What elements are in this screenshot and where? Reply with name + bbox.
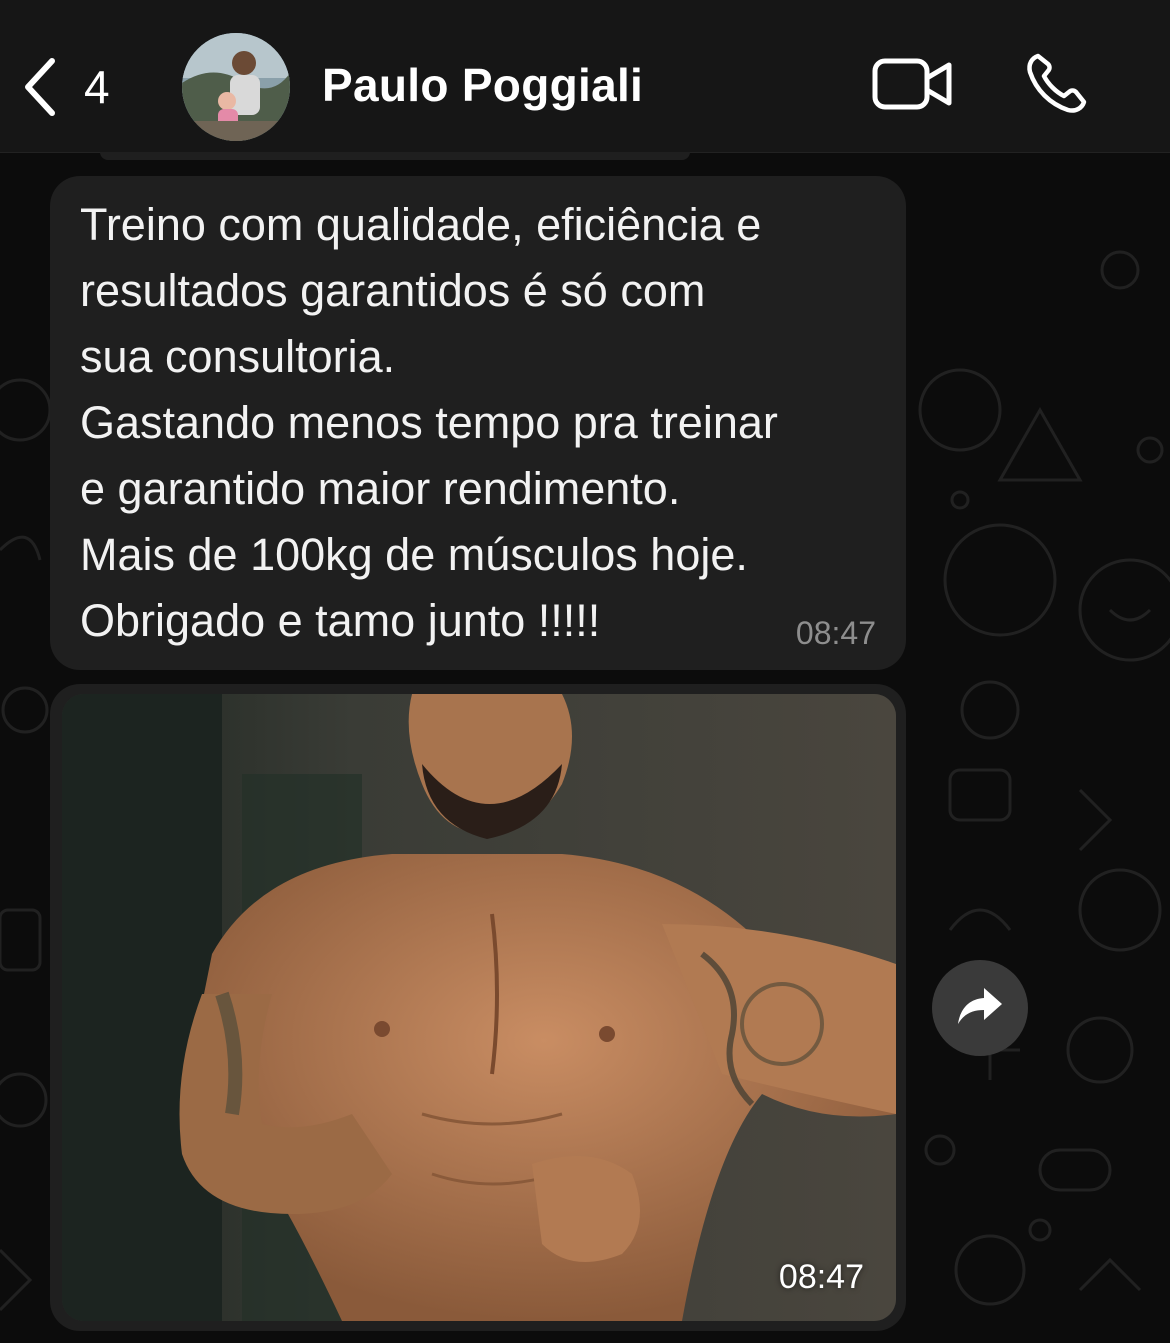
message-timestamp: 08:47	[795, 615, 876, 651]
message-line: Obrigado e tamo junto !!!!!	[80, 595, 601, 646]
unread-count: 4	[84, 61, 110, 113]
previous-message-edge	[100, 152, 690, 160]
video-camera-icon	[872, 58, 954, 116]
image-timestamp: 08:47	[778, 1258, 864, 1296]
incoming-image-message[interactable]: 08:47	[50, 684, 906, 1331]
message-line: Treino com qualidade, eficiência e	[80, 199, 762, 250]
message-line: Gastando menos tempo pra treinar	[80, 397, 778, 448]
message-line: resultados garantidos é só com	[80, 265, 706, 316]
incoming-text-message[interactable]: Treino com qualidade, eficiência e resul…	[50, 176, 906, 670]
video-call-button[interactable]	[872, 56, 954, 112]
forward-button[interactable]	[932, 960, 1028, 1056]
phone-icon	[1024, 53, 1088, 120]
chat-header: 4 Paulo Poggiali	[0, 0, 1170, 153]
voice-call-button[interactable]	[1024, 52, 1088, 116]
chat-screen: 4 Paulo Poggiali Treino com qualidade, e…	[0, 0, 1170, 1343]
share-forward-icon	[956, 986, 1004, 1031]
message-line: sua consultoria.	[80, 331, 396, 382]
photo-thumbnail[interactable]: 08:47	[62, 694, 896, 1321]
message-line: Mais de 100kg de músculos hoje.	[80, 529, 748, 580]
contact-name[interactable]: Paulo Poggiali	[322, 58, 643, 112]
chevron-left-icon	[22, 57, 58, 117]
contact-avatar[interactable]	[182, 33, 290, 141]
message-line: e garantido maior rendimento.	[80, 463, 681, 514]
back-button[interactable]: 4	[22, 52, 132, 122]
photo-content	[62, 694, 896, 1321]
